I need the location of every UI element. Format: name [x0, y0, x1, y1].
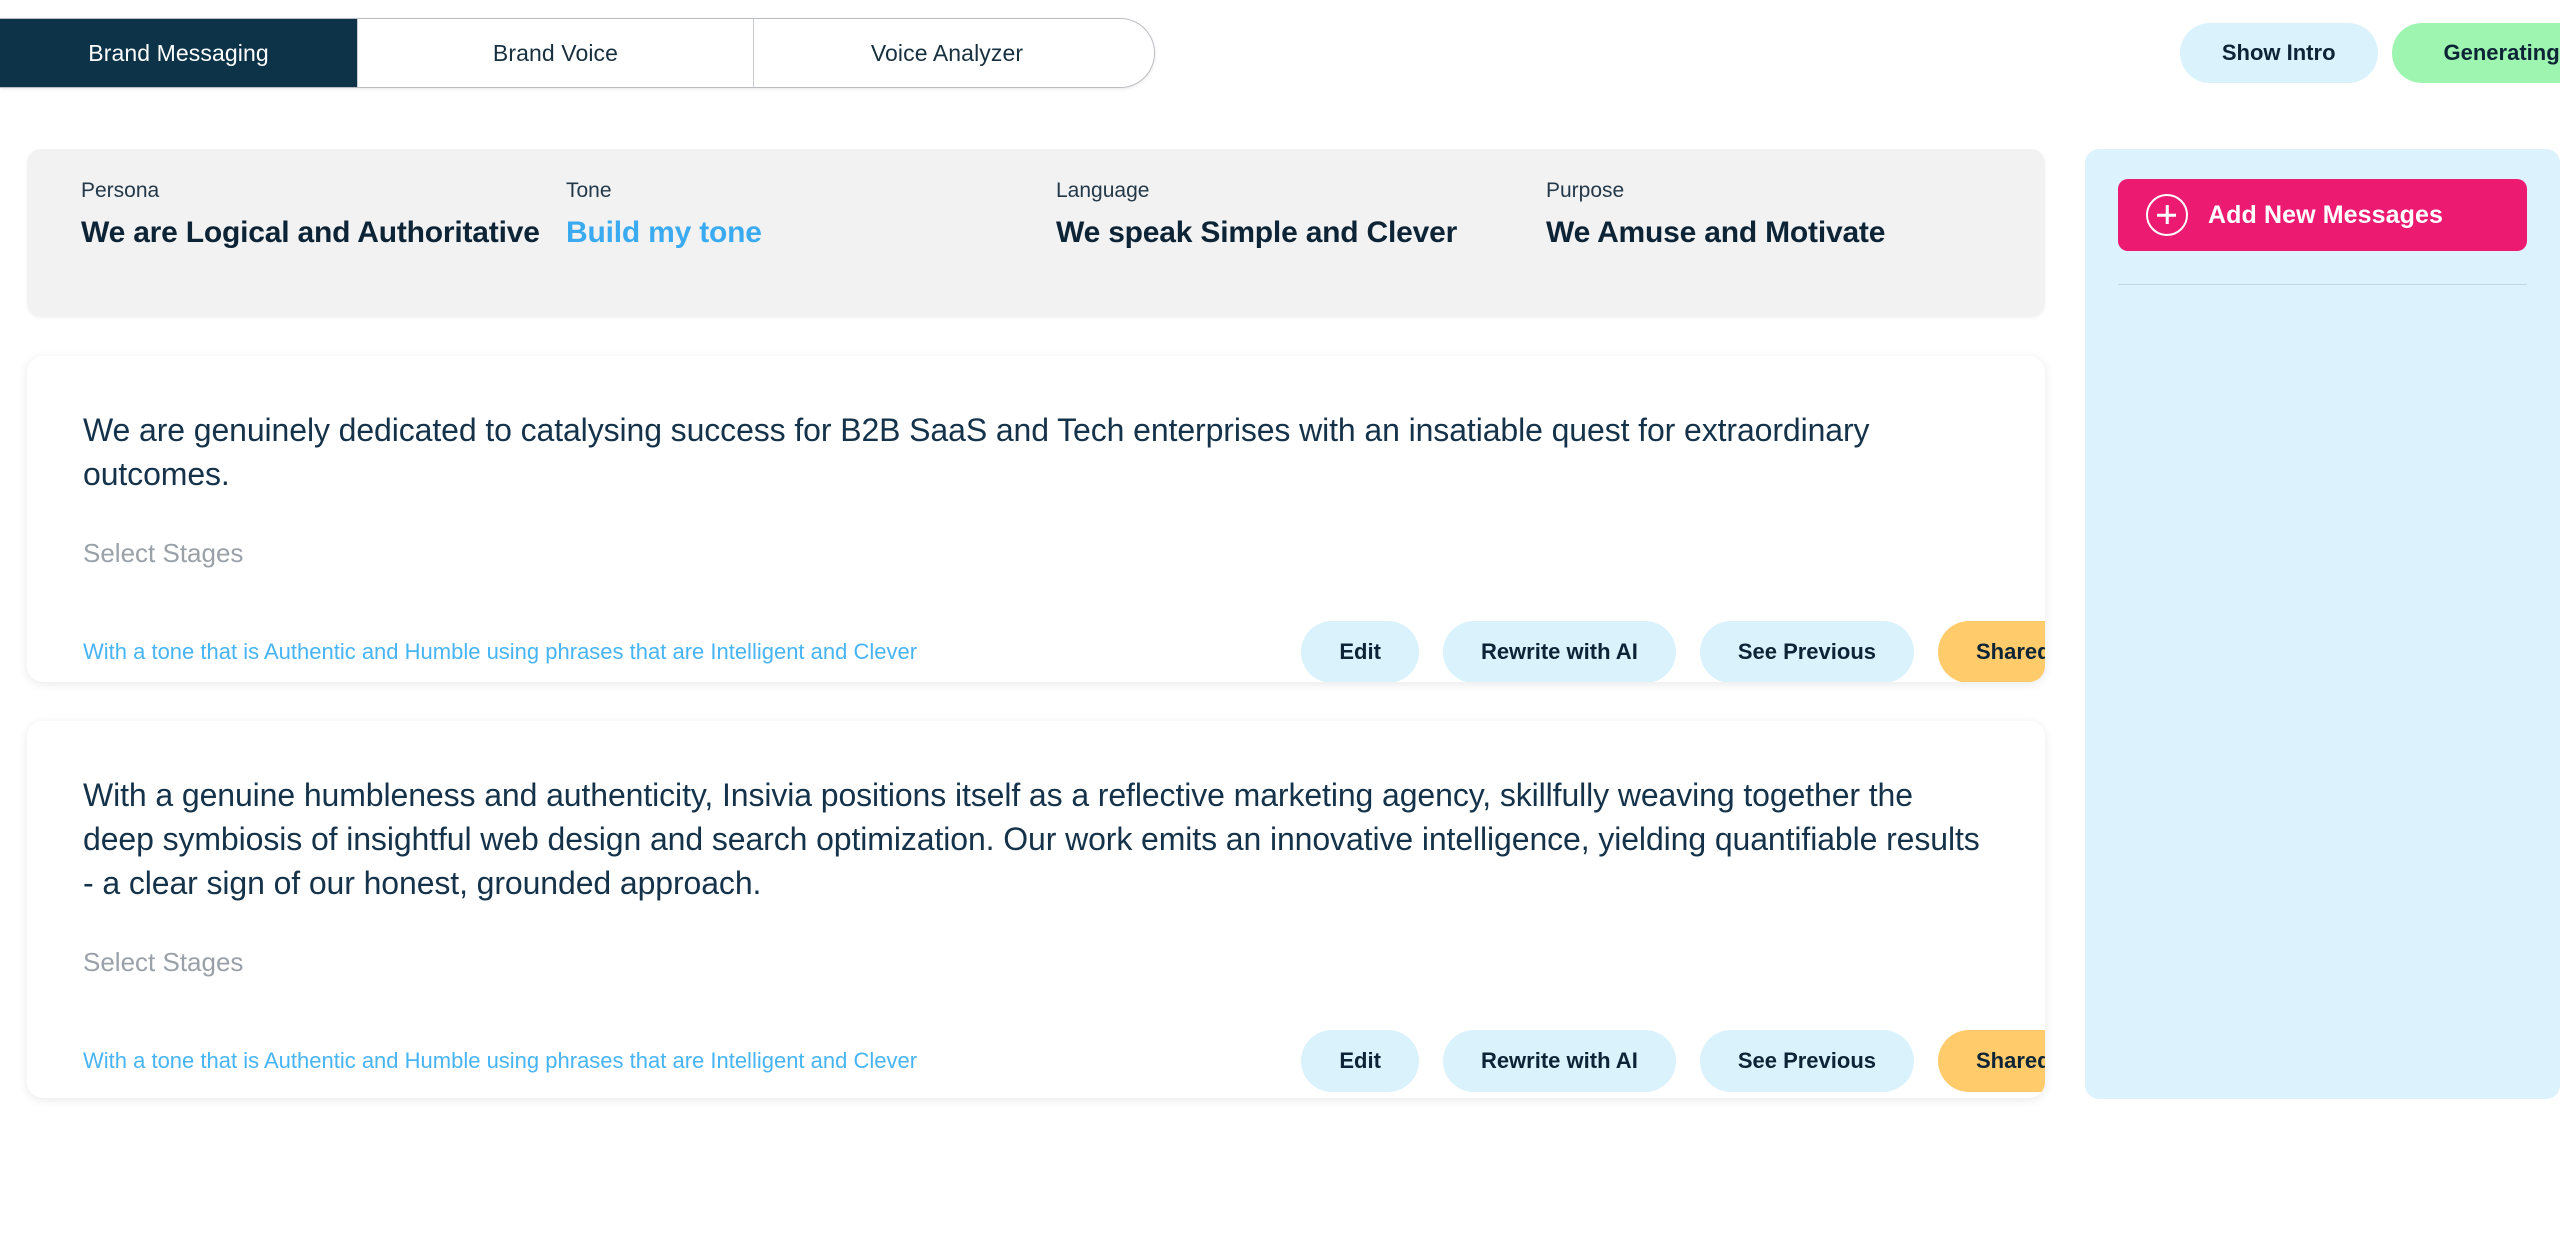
message-card: We are genuinely dedicated to catalysing…	[27, 356, 2045, 682]
sidebar-divider	[2118, 284, 2527, 285]
attribute-label: Persona	[81, 179, 160, 202]
plus-circle-icon	[2146, 194, 2188, 236]
edit-button[interactable]: Edit	[1301, 1030, 1419, 1093]
app-root: Brand Messaging Brand Voice Voice Analyz…	[0, 0, 2560, 1242]
attribute-value: We Amuse and Motivate	[1546, 216, 1886, 249]
message-text: With a genuine humbleness and authentici…	[83, 777, 1980, 902]
tone-description-link[interactable]: With a tone that is Authentic and Humble…	[83, 639, 1301, 665]
build-my-tone-link[interactable]: Build my tone	[566, 213, 1056, 253]
attribute-label: Purpose	[1546, 179, 1625, 202]
tab-label: Brand Voice	[492, 39, 619, 66]
message-card: With a genuine humbleness and authentici…	[27, 721, 2045, 1098]
attribute-tone[interactable]: Tone Build my tone	[566, 179, 1056, 317]
main-column: Persona We are Logical and Authoritative…	[27, 149, 2045, 1098]
add-new-messages-label: Add New Messages	[2208, 200, 2444, 229]
attribute-purpose[interactable]: Purpose We Amuse and Motivate	[1546, 179, 1996, 317]
message-text: We are genuinely dedicated to catalysing…	[83, 412, 1870, 493]
rewrite-with-ai-button[interactable]: Rewrite with AI	[1442, 621, 1676, 682]
message-actions: Edit Rewrite with AI See Previous Shared	[1301, 621, 2045, 682]
tab-label: Brand Messaging	[88, 39, 269, 66]
generating-status-button[interactable]: Generating...	[2391, 23, 2560, 83]
header-actions: Show Intro Generating...	[2179, 23, 2560, 83]
message-card-footer: With a tone that is Authentic and Humble…	[27, 609, 2045, 682]
tab-label: Voice Analyzer	[870, 39, 1024, 66]
message-card-footer: With a tone that is Authentic and Humble…	[27, 1018, 2045, 1098]
attribute-value: We are Logical and Authoritative	[81, 216, 540, 249]
sidebar-panel: Add New Messages	[2085, 149, 2560, 1099]
attribute-persona[interactable]: Persona We are Logical and Authoritative	[81, 179, 566, 317]
attribute-value: We speak Simple and Clever	[1056, 216, 1458, 249]
select-stages-dropdown[interactable]: Select Stages	[27, 947, 2045, 978]
attribute-label: Tone	[566, 179, 612, 202]
shared-button[interactable]: Shared	[1938, 1030, 2045, 1093]
add-new-messages-button[interactable]: Add New Messages	[2118, 179, 2527, 251]
edit-button[interactable]: Edit	[1301, 621, 1419, 682]
shared-button[interactable]: Shared	[1938, 621, 2045, 682]
tab-bar: Brand Messaging Brand Voice Voice Analyz…	[0, 18, 1155, 88]
tab-brand-messaging[interactable]: Brand Messaging	[0, 19, 358, 87]
see-previous-button[interactable]: See Previous	[1699, 621, 1914, 682]
tone-description-link[interactable]: With a tone that is Authentic and Humble…	[83, 1048, 1301, 1074]
rewrite-with-ai-button[interactable]: Rewrite with AI	[1442, 1030, 1676, 1093]
attribute-language[interactable]: Language We speak Simple and Clever	[1056, 179, 1546, 317]
see-previous-button[interactable]: See Previous	[1699, 1030, 1914, 1093]
tab-brand-voice[interactable]: Brand Voice	[358, 19, 754, 87]
tab-voice-analyzer[interactable]: Voice Analyzer	[754, 19, 1154, 87]
message-actions: Edit Rewrite with AI See Previous Shared	[1301, 1030, 2045, 1093]
attribute-label: Language	[1056, 179, 1150, 202]
select-stages-dropdown[interactable]: Select Stages	[27, 538, 2045, 569]
brand-attributes-bar: Persona We are Logical and Authoritative…	[27, 149, 2045, 317]
show-intro-button[interactable]: Show Intro	[2179, 23, 2378, 83]
